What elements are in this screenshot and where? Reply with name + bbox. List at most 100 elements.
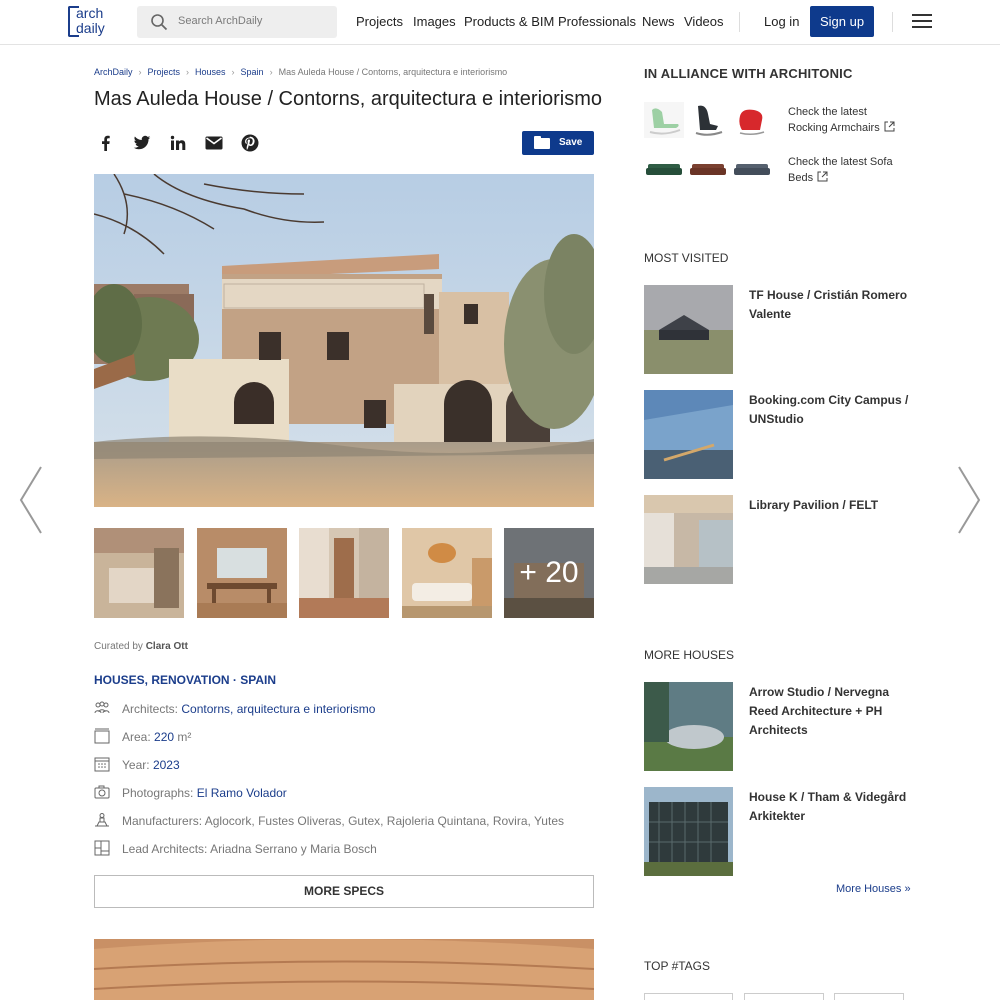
nav-images[interactable]: Images [413,14,456,29]
spec-area-value[interactable]: 220 [154,730,174,744]
more-houses-thumbnail[interactable] [644,682,733,771]
spec-architects-value[interactable]: Contorns, arquitectura e interiorismo [181,702,375,716]
product-rocking-chair-red[interactable] [732,102,772,138]
most-visited-thumbnail[interactable] [644,285,733,374]
most-visited-thumbnail[interactable] [644,390,733,479]
tag-chip[interactable] [644,993,733,1000]
spec-lead-key: Lead Architects: [122,842,208,856]
calendar-icon [94,757,110,772]
most-visited-thumbnail[interactable] [644,495,733,584]
curated-by: Curated by Clara Ott [94,641,188,652]
most-visited-title[interactable]: Library Pavilion / FELT [749,496,909,515]
check2-line2: Beds [788,172,814,184]
spec-area-unit: m² [177,730,192,744]
camera-icon [94,785,110,799]
spec-manufacturers-key: Manufacturers: [122,814,203,828]
check-rocking-armchairs-link[interactable]: Check the latest Rocking Armchairs [788,104,895,136]
project-categories[interactable]: HOUSES, RENOVATION · SPAIN [94,673,276,687]
breadcrumb-archdaily[interactable]: ArchDaily [94,67,133,77]
more-houses-title[interactable]: House K / Tham & Videgård Arkitekter [749,788,909,826]
spec-year-key: Year: [122,758,150,772]
linkedin-icon[interactable] [166,131,190,155]
signup-button[interactable]: Sign up [810,6,874,37]
breadcrumb-spain[interactable]: Spain [241,67,264,77]
gallery-thumbnail[interactable] [402,528,492,618]
curated-prefix: Curated by [94,641,143,652]
curator-name[interactable]: Clara Ott [146,641,188,652]
more-specs-button[interactable]: MORE SPECS [94,875,594,908]
secondary-project-photo[interactable] [94,939,594,1000]
breadcrumb-current: Mas Auleda House / Contorns, arquitectur… [278,67,508,77]
product-sofa-grey[interactable] [732,152,772,188]
external-link-icon [817,171,828,182]
spec-area-key: Area: [122,730,151,744]
page-title: Mas Auleda House / Contorns, arquitectur… [94,88,603,110]
check-sofa-beds-link[interactable]: Check the latest Sofa Beds [788,154,893,186]
more-houses-title[interactable]: Arrow Studio / Nervegna Reed Architectur… [749,683,909,740]
spec-photographs-key: Photographs: [122,786,194,800]
chevron-right-icon: › [231,67,235,77]
breadcrumb: ArchDaily › Projects › Houses › Spain › Mas Aule… [94,67,507,77]
spec-photographs-value[interactable]: El Ramo Volador [197,786,287,800]
product-rocking-chair-green[interactable] [644,102,684,138]
manufacturer-icon [95,813,109,827]
more-houses-link[interactable]: More Houses » [836,883,911,895]
breadcrumb-houses[interactable]: Houses [195,67,226,77]
logo-text-2: daily [76,20,105,36]
save-button[interactable]: Save [522,131,594,155]
spec-manufacturers-value: Aglocork, Fustes Oliveras, Gutex, Rajole… [204,814,564,828]
folder-icon [534,136,550,149]
tag-chip[interactable] [834,993,904,1000]
spec-lead-value: Ariadna Serrano y Maria Bosch [210,842,377,856]
spec-architects-key: Architects: [122,702,179,716]
more-photos-count: + 20 [504,528,594,618]
gallery-thumbnail[interactable] [94,528,184,618]
hamburger-menu-icon[interactable] [912,14,932,29]
facebook-icon[interactable] [94,131,118,155]
chevron-right-icon: › [269,67,273,77]
nav-professionals[interactable]: Professionals [558,14,636,29]
email-icon[interactable] [202,131,226,155]
product-rocking-chair-black[interactable] [688,102,728,138]
chevron-right-icon: › [186,67,190,77]
site-header: arch daily Search ArchDaily Projects Imag… [0,0,1000,45]
login-link[interactable]: Log in [764,14,799,29]
gallery-thumbnail-more[interactable]: + 20 [504,528,594,618]
check1-line2: Rocking Armchairs [788,122,880,134]
main-project-photo[interactable] [94,174,594,507]
tag-chip[interactable] [744,993,824,1000]
pinterest-icon[interactable] [238,131,262,155]
search-placeholder: Search ArchDaily [178,15,263,27]
top-tags-heading: TOP #TAGS [644,959,711,973]
alliance-heading: IN ALLIANCE WITH ARCHITONIC [644,66,853,81]
nav-news[interactable]: News [642,14,675,29]
save-label: Save [559,137,583,148]
nav-videos[interactable]: Videos [684,14,724,29]
check1-line1: Check the latest [788,106,867,118]
gallery-thumbnail[interactable] [299,528,389,618]
prev-arrow-icon[interactable] [18,465,44,535]
nav-divider [892,12,893,32]
product-sofa-green[interactable] [644,152,684,188]
check2-line1: Check the latest Sofa [788,156,893,168]
more-houses-thumbnail[interactable] [644,787,733,876]
product-sofa-brown[interactable] [688,152,728,188]
gallery-thumbnail[interactable] [197,528,287,618]
next-arrow-icon[interactable] [956,465,982,535]
people-icon [94,701,110,714]
most-visited-title[interactable]: TF House / Cristián Romero Valente [749,286,909,324]
most-visited-heading: MOST VISITED [644,251,729,265]
spec-year-value[interactable]: 2023 [153,758,180,772]
twitter-icon[interactable] [130,131,154,155]
area-icon [94,728,110,744]
nav-projects[interactable]: Projects [356,14,403,29]
logo-text-1: arch [76,5,104,21]
chevron-right-icon: › [138,67,142,77]
search-icon [151,14,168,31]
more-houses-heading: MORE HOUSES [644,648,735,662]
nav-products-bim[interactable]: Products & BIM [464,14,554,29]
breadcrumb-projects[interactable]: Projects [148,67,181,77]
blueprint-icon [94,840,110,856]
most-visited-title[interactable]: Booking.com City Campus / UNStudio [749,391,909,429]
external-link-icon [884,121,895,132]
